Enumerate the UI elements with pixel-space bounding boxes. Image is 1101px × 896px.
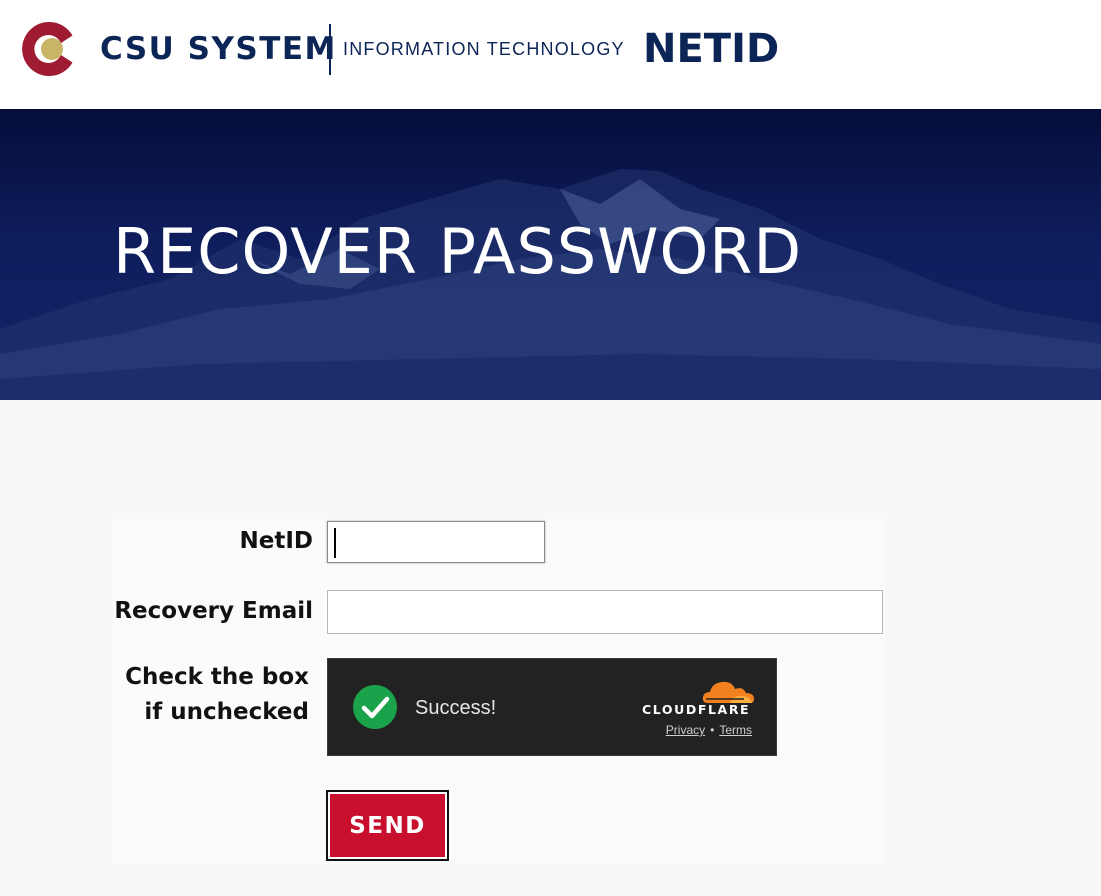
captcha-label-line2: if unchecked — [144, 699, 309, 725]
app-title: NETID — [643, 26, 780, 72]
success-check-icon — [353, 685, 397, 729]
site-header: CSU SYSTEM INFORMATION TECHNOLOGY NETID — [0, 0, 1101, 109]
captcha-links: Privacy • Terms — [666, 722, 752, 738]
header-divider — [329, 24, 331, 75]
netid-label: NetID — [239, 528, 314, 554]
privacy-link[interactable]: Privacy — [666, 723, 705, 737]
page-title: RECOVER PASSWORD — [113, 215, 803, 288]
link-separator: • — [710, 723, 715, 737]
brand-name[interactable]: CSU SYSTEM — [100, 30, 337, 68]
recovery-email-label: Recovery Email — [114, 598, 313, 624]
cloudflare-cloud-icon — [702, 681, 754, 703]
cloudflare-wordmark: CLOUDFLARE — [642, 702, 751, 717]
department-label: INFORMATION TECHNOLOGY — [343, 39, 625, 59]
captcha-status: Success! — [415, 697, 497, 719]
text-caret — [334, 528, 336, 558]
send-button[interactable]: SEND — [326, 790, 449, 861]
netid-input[interactable] — [327, 521, 545, 563]
captcha-label: Check the box if unchecked — [100, 660, 309, 730]
hero-banner: RECOVER PASSWORD — [0, 109, 1101, 400]
cloudflare-turnstile-widget[interactable]: Success! CLOUDFLARE Privacy • Terms — [327, 658, 777, 756]
csu-logo-icon[interactable] — [22, 19, 82, 79]
captcha-label-line1: Check the box — [125, 664, 309, 690]
terms-link[interactable]: Terms — [719, 723, 752, 737]
recovery-email-input[interactable] — [327, 590, 883, 634]
